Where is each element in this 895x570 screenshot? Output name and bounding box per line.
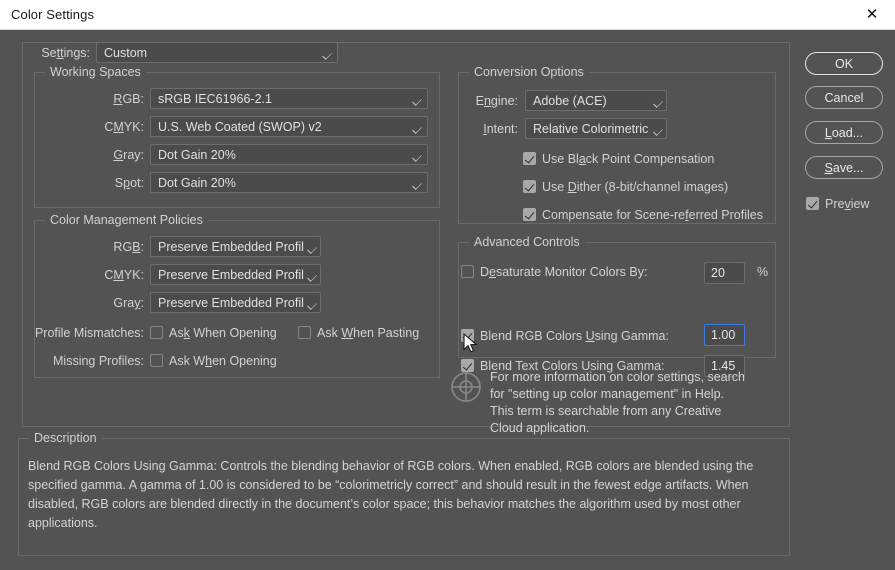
cmp-gray-dropdown[interactable]: Preserve Embedded Profiles (150, 292, 321, 313)
preview-checkbox[interactable] (806, 197, 819, 210)
chevron-down-icon (650, 119, 666, 138)
cmp-cmyk-value: Preserve Embedded Profiles (158, 267, 304, 282)
save-button[interactable]: Save... (805, 156, 883, 179)
cmp-cmyk-label: CMYK: (104, 268, 144, 282)
blend-rgb-gamma-checkbox[interactable] (461, 329, 474, 342)
description-legend: Description (29, 431, 102, 445)
ws-cmyk-label: CMYK: (104, 120, 144, 134)
use-dither-checkbox[interactable] (523, 180, 536, 193)
desaturate-monitor-colors-label: Desaturate Monitor Colors By: (480, 265, 648, 279)
intent-label: Intent: (483, 122, 518, 136)
cmp-legend: Color Management Policies (45, 213, 208, 227)
blend-rgb-gamma-label: Blend RGB Colors Using Gamma: (480, 329, 669, 343)
ws-spot-dropdown[interactable]: Dot Gain 20% (150, 172, 428, 193)
chevron-down-icon (650, 91, 666, 110)
chevron-down-icon (409, 89, 427, 108)
desaturate-value-field[interactable]: 20 (704, 262, 745, 284)
ws-cmyk-value: U.S. Web Coated (SWOP) v2 (158, 119, 322, 134)
ws-spot-value: Dot Gain 20% (158, 175, 236, 190)
advanced-controls-legend: Advanced Controls (469, 235, 585, 249)
working-spaces-legend: Working Spaces (45, 65, 146, 79)
black-point-compensation-checkbox[interactable] (523, 152, 536, 165)
close-icon: ✕ (865, 5, 879, 23)
compensate-scene-referred-label: Compensate for Scene-referred Profiles (542, 208, 763, 222)
ws-gray-dropdown[interactable]: Dot Gain 20% (150, 144, 428, 165)
missing-profiles-label: Missing Profiles: (53, 354, 144, 368)
ws-gray-value: Dot Gain 20% (158, 147, 236, 162)
engine-label: Engine: (475, 94, 518, 108)
ok-button[interactable]: OK (805, 52, 883, 75)
help-note-text: For more information on color settings, … (490, 370, 745, 435)
chevron-down-icon (409, 117, 427, 136)
ws-rgb-dropdown[interactable]: sRGB IEC61966-2.1 (150, 88, 428, 109)
conversion-options-legend: Conversion Options (469, 65, 589, 79)
window-title: Color Settings (11, 7, 95, 22)
intent-value: Relative Colorimetric (533, 121, 649, 136)
save-button-label: Save... (824, 160, 864, 175)
ask-when-opening-mismatch-checkbox[interactable] (150, 326, 163, 339)
chevron-down-icon (304, 265, 320, 284)
ws-spot-label: Spot: (114, 176, 144, 190)
ask-when-opening-missing-checkbox[interactable] (150, 354, 163, 367)
settings-label: Settings: (41, 46, 90, 60)
chevron-down-icon (319, 43, 337, 62)
settings-dropdown[interactable]: Custom (96, 42, 338, 63)
black-point-compensation-label: Use Black Point Compensation (542, 152, 715, 166)
ws-gray-label: Gray: (113, 148, 144, 162)
compensate-scene-referred-checkbox[interactable] (523, 208, 536, 221)
description-text: Blend RGB Colors Using Gamma: Controls t… (28, 459, 754, 530)
cmp-gray-value: Preserve Embedded Profiles (158, 295, 304, 310)
cancel-button[interactable]: Cancel (805, 86, 883, 109)
cmp-rgb-dropdown[interactable]: Preserve Embedded Profiles (150, 236, 321, 257)
engine-value: Adobe (ACE) (533, 93, 607, 108)
engine-dropdown[interactable]: Adobe (ACE) (525, 90, 667, 111)
ask-when-pasting-label: Ask When Pasting (317, 326, 420, 340)
ws-cmyk-dropdown[interactable]: U.S. Web Coated (SWOP) v2 (150, 116, 428, 137)
cmp-gray-label: Gray: (113, 296, 144, 310)
ws-rgb-value: sRGB IEC61966-2.1 (158, 91, 272, 106)
preview-label: Preview (825, 197, 870, 211)
settings-dropdown-value: Custom (104, 45, 148, 60)
load-button-label: Load... (824, 125, 864, 140)
desaturate-monitor-colors-checkbox[interactable] (461, 265, 474, 278)
ask-when-opening-missing-label: Ask When Opening (169, 354, 277, 368)
blend-text-gamma-checkbox[interactable] (461, 359, 474, 372)
ask-when-opening-mismatch-label: Ask When Opening (169, 326, 277, 340)
close-button[interactable]: ✕ (849, 0, 895, 29)
chevron-down-icon (409, 145, 427, 164)
desaturate-unit-label: % (757, 265, 769, 279)
cmp-rgb-value: Preserve Embedded Profiles (158, 239, 304, 254)
cmp-cmyk-dropdown[interactable]: Preserve Embedded Profiles (150, 264, 321, 285)
chevron-down-icon (409, 173, 427, 192)
dialog-body: Settings: Custom Working Spaces RGB: sRG… (0, 30, 895, 570)
ws-rgb-label: RGB: (113, 92, 144, 106)
chevron-down-icon (304, 237, 320, 256)
profile-mismatches-label: Profile Mismatches: (34, 326, 144, 340)
color-settings-dialog: Color Settings ✕ Settings: Custom Workin… (0, 0, 895, 570)
titlebar: Color Settings ✕ (0, 0, 895, 30)
blend-rgb-gamma-field[interactable]: 1.00 (704, 324, 745, 346)
chevron-down-icon (304, 293, 320, 312)
intent-dropdown[interactable]: Relative Colorimetric (525, 118, 667, 139)
ask-when-pasting-checkbox[interactable] (298, 326, 311, 339)
use-dither-label: Use Dither (8-bit/channel images) (542, 180, 729, 194)
cmp-rgb-label: RGB: (113, 240, 144, 254)
load-button[interactable]: Load... (805, 121, 883, 144)
description-group: Description Blend RGB Colors Using Gamma… (18, 431, 790, 556)
